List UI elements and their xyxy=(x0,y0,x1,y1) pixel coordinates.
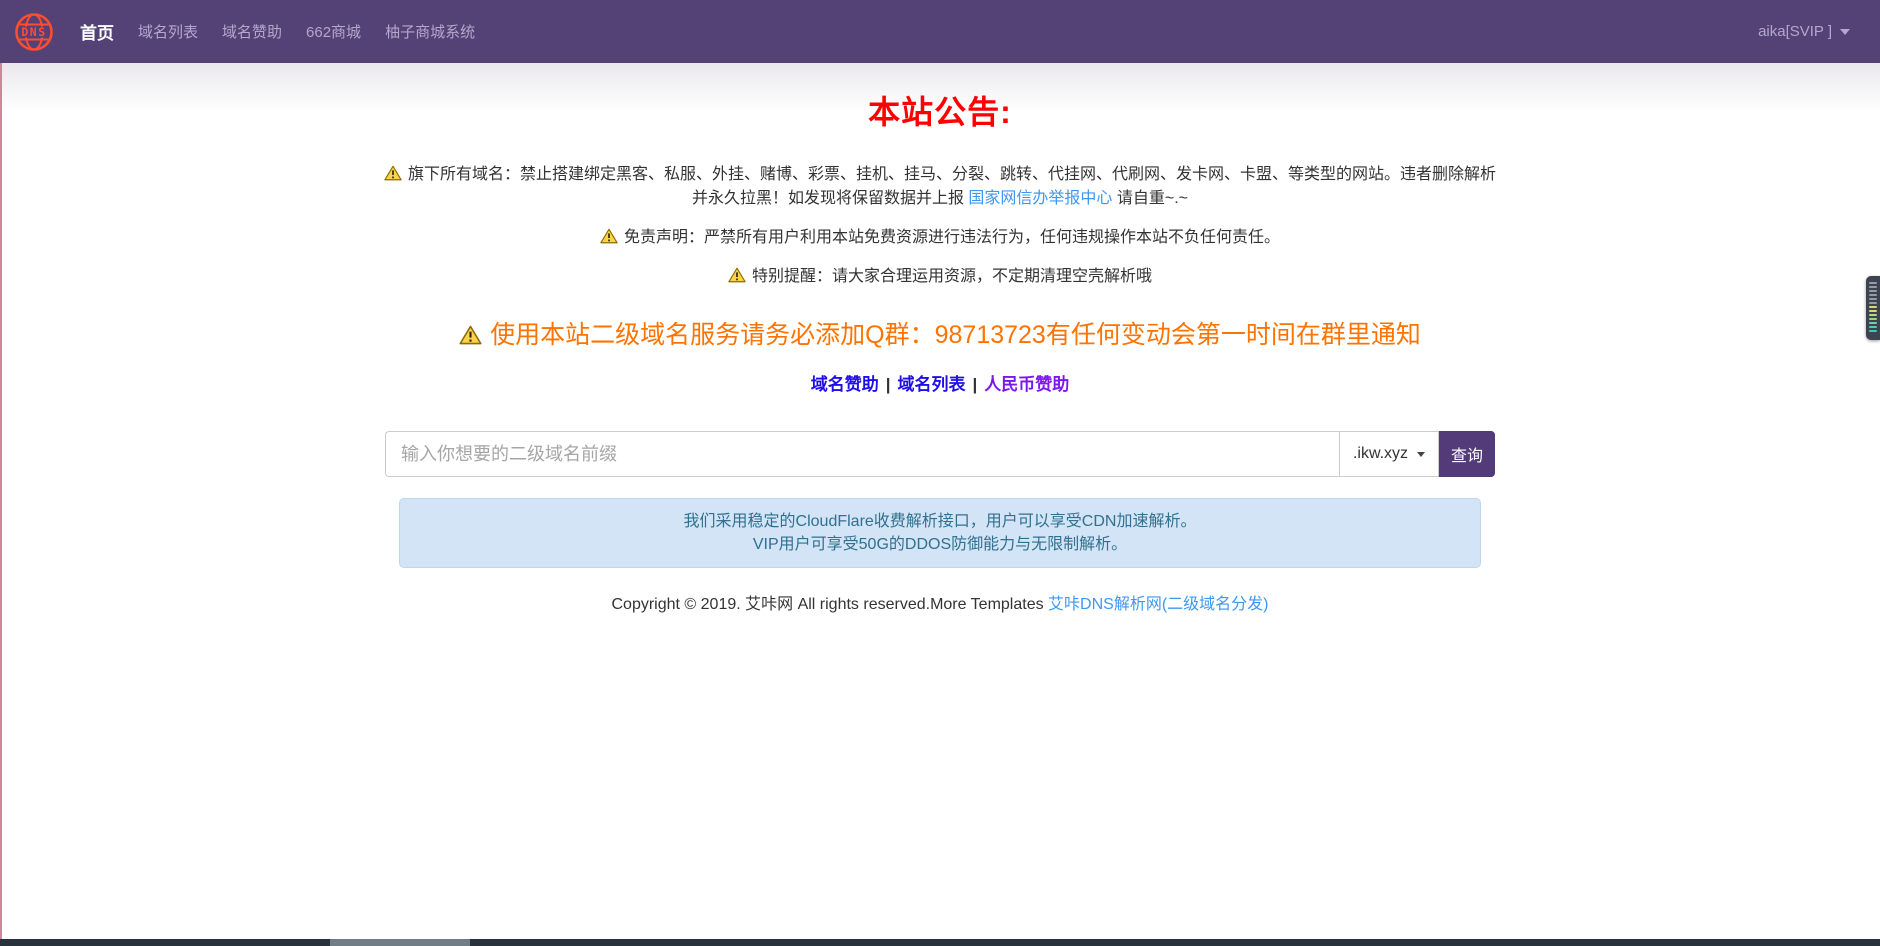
widget-stripe xyxy=(1869,302,1877,304)
page-title: 本站公告: xyxy=(0,87,1880,133)
widget-stripe xyxy=(1869,282,1877,284)
qq-group-notice: 使用本站二级域名服务请务必添加Q群：98713723有任何变动会第一时间在群里通… xyxy=(0,315,1880,351)
site-logo[interactable]: DNS xyxy=(14,12,54,52)
widget-stripe xyxy=(1869,322,1877,324)
info-line-2: VIP用户可享受50G的DDOS防御能力与无限制解析。 xyxy=(410,533,1470,556)
widget-stripe xyxy=(1869,326,1877,328)
widget-stripe xyxy=(1869,306,1877,308)
side-widget[interactable] xyxy=(1866,276,1880,340)
warning-icon xyxy=(384,165,402,181)
search-button[interactable]: 查询 xyxy=(1439,431,1495,477)
link-separator: | xyxy=(973,375,978,394)
nav-menu: 首页 域名列表 域名赞助 662商城 柚子商城系统 xyxy=(68,19,487,44)
info-box: 我们采用稳定的CloudFlare收费解析接口，用户可以享受CDN加速解析。 V… xyxy=(399,498,1481,568)
notice-disclaimer-text: 免责声明：严禁所有用户利用本站免费资源进行违法行为，任何违规操作本站不负任何责任… xyxy=(624,229,1280,246)
nav-item-662-shop[interactable]: 662商城 xyxy=(294,21,373,42)
logo-text: DNS xyxy=(21,25,46,39)
nav-item-domain-sponsor[interactable]: 域名赞助 xyxy=(210,21,294,42)
warning-icon xyxy=(728,267,746,283)
tld-select[interactable]: .ikw.xyz xyxy=(1339,431,1439,477)
dns-globe-icon: DNS xyxy=(14,12,54,52)
notice-domains: 旗下所有域名：禁止搭建绑定黑客、私服、外挂、赌博、彩票、挂机、挂马、分裂、跳转、… xyxy=(381,163,1499,211)
caret-down-icon xyxy=(1840,29,1850,35)
quick-link-domain-list[interactable]: 域名列表 xyxy=(898,375,966,394)
quick-links: 域名赞助 | 域名列表 | 人民币赞助 xyxy=(0,370,1880,395)
nav-item-youzi-shop[interactable]: 柚子商城系统 xyxy=(373,21,487,42)
widget-stripe xyxy=(1869,286,1877,288)
report-center-link[interactable]: 国家网信办举报中心 xyxy=(968,190,1112,207)
user-label: aika[SVIP ] xyxy=(1758,23,1832,40)
notice-list: 旗下所有域名：禁止搭建绑定黑客、私服、外挂、赌博、彩票、挂机、挂马、分裂、跳转、… xyxy=(381,163,1499,289)
info-line-1: 我们采用稳定的CloudFlare收费解析接口，用户可以享受CDN加速解析。 xyxy=(410,510,1470,533)
qq-group-notice-text: 使用本站二级域名服务请务必添加Q群：98713723有任何变动会第一时间在群里通… xyxy=(490,321,1421,349)
notice-disclaimer: 免责声明：严禁所有用户利用本站免费资源进行违法行为，任何违规操作本站不负任何责任… xyxy=(381,226,1499,250)
footer: Copyright © 2019. 艾咔网 All rights reserve… xyxy=(0,590,1880,614)
notice-domains-text: 旗下所有域名：禁止搭建绑定黑客、私服、外挂、赌博、彩票、挂机、挂马、分裂、跳转、… xyxy=(408,166,1496,207)
nav-item-domain-list[interactable]: 域名列表 xyxy=(126,21,210,42)
warning-icon xyxy=(600,228,618,244)
widget-stripe xyxy=(1869,298,1877,300)
bottom-scrollbar[interactable] xyxy=(0,939,1880,946)
navbar: DNS 首页 域名列表 域名赞助 662商城 柚子商城系统 aika[SVIP … xyxy=(0,0,1880,63)
bottom-scrollbar-thumb[interactable] xyxy=(330,939,470,946)
quick-link-domain-sponsor[interactable]: 域名赞助 xyxy=(811,375,879,394)
widget-stripe xyxy=(1869,314,1877,316)
quick-link-rmb-sponsor[interactable]: 人民币赞助 xyxy=(984,375,1069,394)
left-edge-line xyxy=(0,63,2,939)
widget-stripe xyxy=(1869,310,1877,312)
widget-stripe xyxy=(1869,318,1877,320)
main-content: 本站公告: 旗下所有域名：禁止搭建绑定黑客、私服、外挂、赌博、彩票、挂机、挂马、… xyxy=(0,63,1880,939)
nav-item-home[interactable]: 首页 xyxy=(68,19,126,44)
tld-selected-value: .ikw.xyz xyxy=(1353,445,1408,463)
user-menu[interactable]: aika[SVIP ] xyxy=(1758,23,1850,40)
footer-site-link[interactable]: 艾咔DNS解析网(二级域名分发) xyxy=(1048,596,1268,613)
notice-domains-tail: 请自重~.~ xyxy=(1112,190,1188,207)
link-separator: | xyxy=(886,375,891,394)
caret-down-icon xyxy=(1417,452,1425,457)
widget-stripe xyxy=(1869,330,1877,332)
notice-reminder: 特别提醒：请大家合理运用资源，不定期清理空壳解析哦 xyxy=(381,265,1499,289)
warning-icon xyxy=(459,325,482,345)
domain-search-group: .ikw.xyz 查询 xyxy=(385,431,1495,477)
widget-stripe xyxy=(1869,290,1877,292)
copyright-text: Copyright © 2019. 艾咔网 All rights reserve… xyxy=(611,596,1048,613)
domain-prefix-input[interactable] xyxy=(385,431,1339,477)
notice-reminder-text: 特别提醒：请大家合理运用资源，不定期清理空壳解析哦 xyxy=(752,268,1152,285)
widget-stripe xyxy=(1869,294,1877,296)
